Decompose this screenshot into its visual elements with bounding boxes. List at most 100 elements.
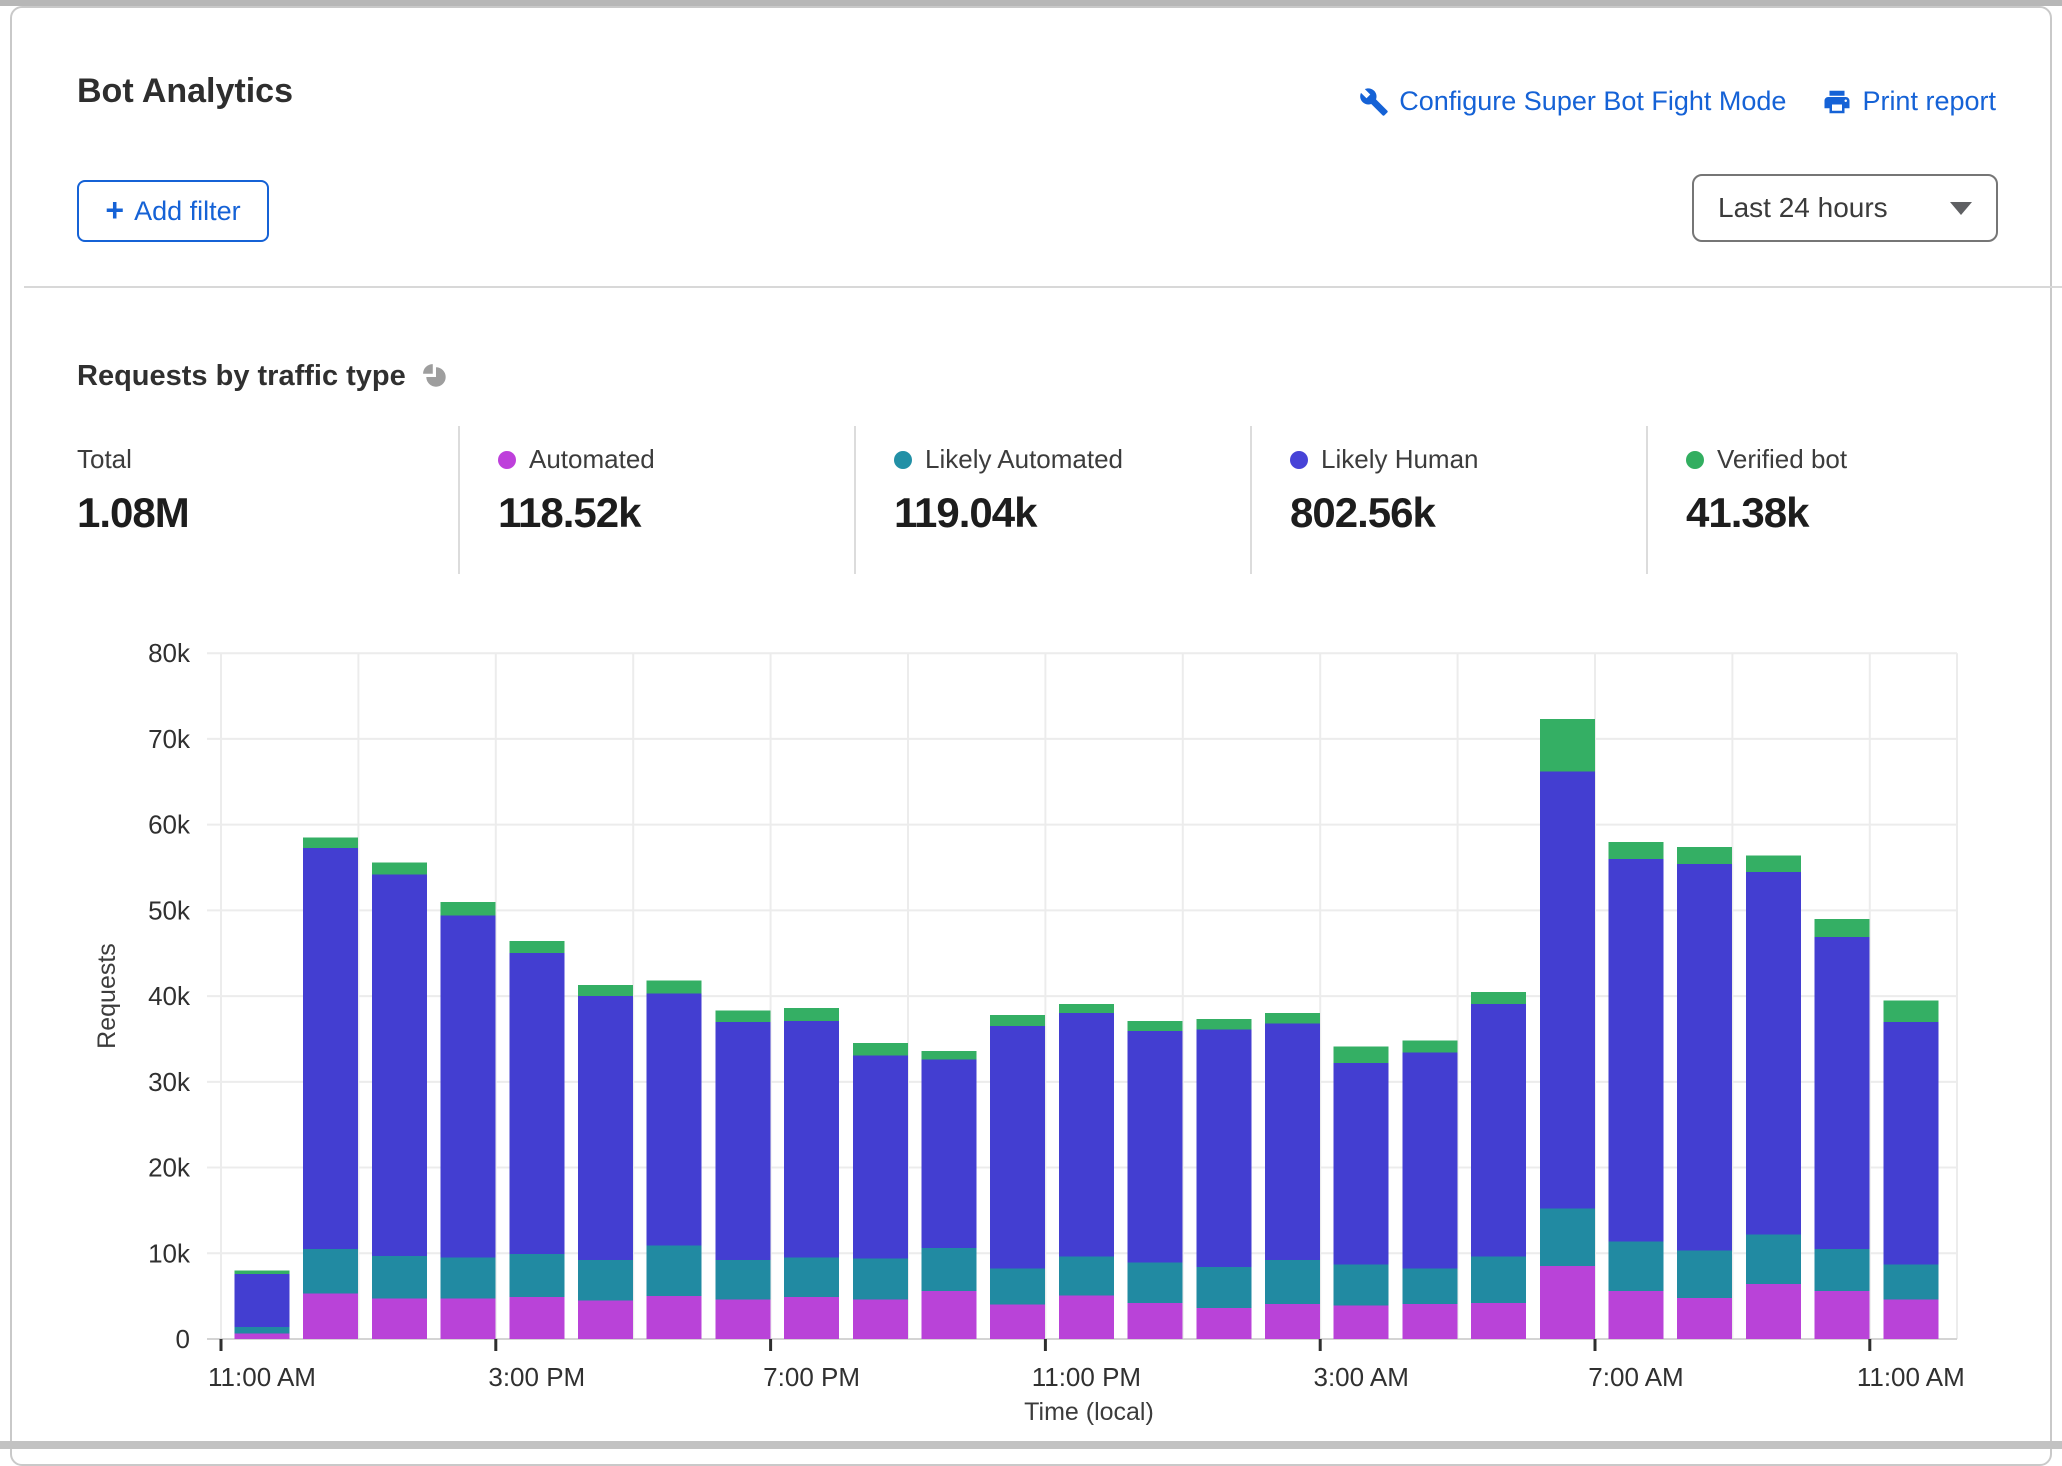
bar-segment[interactable] bbox=[1128, 1031, 1183, 1262]
bar-segment[interactable] bbox=[1471, 1004, 1526, 1257]
bar-segment[interactable] bbox=[1609, 1291, 1664, 1339]
bar-segment[interactable] bbox=[1402, 1304, 1457, 1339]
bar-segment[interactable] bbox=[1815, 937, 1870, 1249]
bar-segment[interactable] bbox=[922, 1291, 977, 1339]
bar-segment[interactable] bbox=[235, 1327, 290, 1333]
bar-segment[interactable] bbox=[1815, 1249, 1870, 1291]
bar-segment[interactable] bbox=[303, 1294, 358, 1339]
bar-segment[interactable] bbox=[1128, 1303, 1183, 1339]
bar-segment[interactable] bbox=[578, 1260, 633, 1300]
bar-segment[interactable] bbox=[647, 994, 702, 1246]
bar-segment[interactable] bbox=[372, 862, 427, 874]
bar-segment[interactable] bbox=[1609, 859, 1664, 1241]
bar-segment[interactable] bbox=[1059, 1295, 1114, 1339]
bar-segment[interactable] bbox=[509, 1254, 564, 1297]
print-report-link[interactable]: Print report bbox=[1822, 86, 1996, 117]
bar-segment[interactable] bbox=[715, 1011, 770, 1022]
bar-segment[interactable] bbox=[303, 848, 358, 1249]
bar-segment[interactable] bbox=[715, 1300, 770, 1339]
bar-segment[interactable] bbox=[922, 1248, 977, 1291]
bar-segment[interactable] bbox=[1883, 1022, 1938, 1265]
bar-segment[interactable] bbox=[784, 1008, 839, 1021]
bar-segment[interactable] bbox=[1265, 1024, 1320, 1261]
bar-segment[interactable] bbox=[647, 1296, 702, 1339]
bar-segment[interactable] bbox=[1677, 864, 1732, 1251]
bar-segment[interactable] bbox=[372, 874, 427, 1255]
bar-segment[interactable] bbox=[1334, 1264, 1389, 1305]
bar-segment[interactable] bbox=[784, 1258, 839, 1297]
bar-segment[interactable] bbox=[853, 1300, 908, 1339]
bar-segment[interactable] bbox=[853, 1055, 908, 1258]
bar-segment[interactable] bbox=[1540, 1266, 1595, 1339]
bar-segment[interactable] bbox=[1196, 1030, 1251, 1267]
bar-segment[interactable] bbox=[1265, 1013, 1320, 1023]
bar-segment[interactable] bbox=[509, 953, 564, 1254]
configure-super-bot-fight-mode-link[interactable]: Configure Super Bot Fight Mode bbox=[1359, 86, 1786, 117]
bar-segment[interactable] bbox=[372, 1299, 427, 1339]
bar-segment[interactable] bbox=[1059, 1257, 1114, 1296]
bar-segment[interactable] bbox=[1059, 1004, 1114, 1013]
bar-segment[interactable] bbox=[1471, 1303, 1526, 1339]
add-filter-button[interactable]: + Add filter bbox=[77, 180, 269, 242]
bar-segment[interactable] bbox=[372, 1256, 427, 1299]
bar-segment[interactable] bbox=[441, 1258, 496, 1299]
bar-segment[interactable] bbox=[1471, 1257, 1526, 1303]
bar-segment[interactable] bbox=[509, 1297, 564, 1339]
bar-segment[interactable] bbox=[578, 985, 633, 996]
bar-segment[interactable] bbox=[1540, 719, 1595, 771]
bar-segment[interactable] bbox=[1609, 1241, 1664, 1291]
bar-segment[interactable] bbox=[1540, 772, 1595, 1209]
bar-segment[interactable] bbox=[715, 1260, 770, 1299]
bar-segment[interactable] bbox=[1059, 1013, 1114, 1256]
bar-segment[interactable] bbox=[990, 1305, 1045, 1339]
bar-segment[interactable] bbox=[715, 1022, 770, 1260]
bar-segment[interactable] bbox=[441, 902, 496, 916]
bar-segment[interactable] bbox=[441, 1299, 496, 1339]
bar-segment[interactable] bbox=[922, 1060, 977, 1249]
bar-segment[interactable] bbox=[853, 1258, 908, 1299]
bar-segment[interactable] bbox=[990, 1269, 1045, 1305]
bar-segment[interactable] bbox=[1746, 1234, 1801, 1284]
bar-segment[interactable] bbox=[1540, 1209, 1595, 1266]
bar-segment[interactable] bbox=[509, 941, 564, 953]
bar-segment[interactable] bbox=[1883, 1300, 1938, 1339]
bar-segment[interactable] bbox=[647, 1246, 702, 1297]
bar-segment[interactable] bbox=[1883, 1264, 1938, 1299]
bar-segment[interactable] bbox=[1609, 842, 1664, 859]
time-range-select[interactable]: Last 24 hours bbox=[1692, 174, 1998, 242]
bar-segment[interactable] bbox=[1746, 1284, 1801, 1339]
bar-segment[interactable] bbox=[303, 1249, 358, 1294]
bar-segment[interactable] bbox=[1196, 1308, 1251, 1339]
bar-segment[interactable] bbox=[784, 1297, 839, 1339]
bar-segment[interactable] bbox=[1677, 847, 1732, 864]
bar-segment[interactable] bbox=[1746, 856, 1801, 872]
bar-segment[interactable] bbox=[1402, 1053, 1457, 1269]
bar-segment[interactable] bbox=[922, 1051, 977, 1060]
bar-segment[interactable] bbox=[303, 838, 358, 848]
bar-segment[interactable] bbox=[1265, 1260, 1320, 1304]
bar-segment[interactable] bbox=[1334, 1306, 1389, 1339]
bar-segment[interactable] bbox=[853, 1043, 908, 1055]
bar-segment[interactable] bbox=[1402, 1269, 1457, 1304]
bar-segment[interactable] bbox=[784, 1021, 839, 1258]
bar-segment[interactable] bbox=[578, 996, 633, 1260]
bar-segment[interactable] bbox=[1402, 1041, 1457, 1053]
bar-segment[interactable] bbox=[235, 1333, 290, 1339]
bar-segment[interactable] bbox=[1196, 1267, 1251, 1308]
bar-segment[interactable] bbox=[441, 916, 496, 1258]
bar-segment[interactable] bbox=[990, 1015, 1045, 1026]
bar-segment[interactable] bbox=[235, 1270, 290, 1273]
bar-segment[interactable] bbox=[1334, 1047, 1389, 1063]
bar-segment[interactable] bbox=[1128, 1021, 1183, 1031]
bar-segment[interactable] bbox=[1471, 992, 1526, 1004]
bar-segment[interactable] bbox=[1334, 1063, 1389, 1264]
bar-segment[interactable] bbox=[1815, 1291, 1870, 1339]
bar-segment[interactable] bbox=[578, 1300, 633, 1339]
bar-segment[interactable] bbox=[1265, 1304, 1320, 1339]
bar-segment[interactable] bbox=[1883, 1000, 1938, 1021]
bar-segment[interactable] bbox=[647, 981, 702, 994]
bar-segment[interactable] bbox=[1677, 1298, 1732, 1339]
bar-segment[interactable] bbox=[1746, 872, 1801, 1235]
bar-segment[interactable] bbox=[990, 1026, 1045, 1269]
bar-segment[interactable] bbox=[1196, 1019, 1251, 1029]
